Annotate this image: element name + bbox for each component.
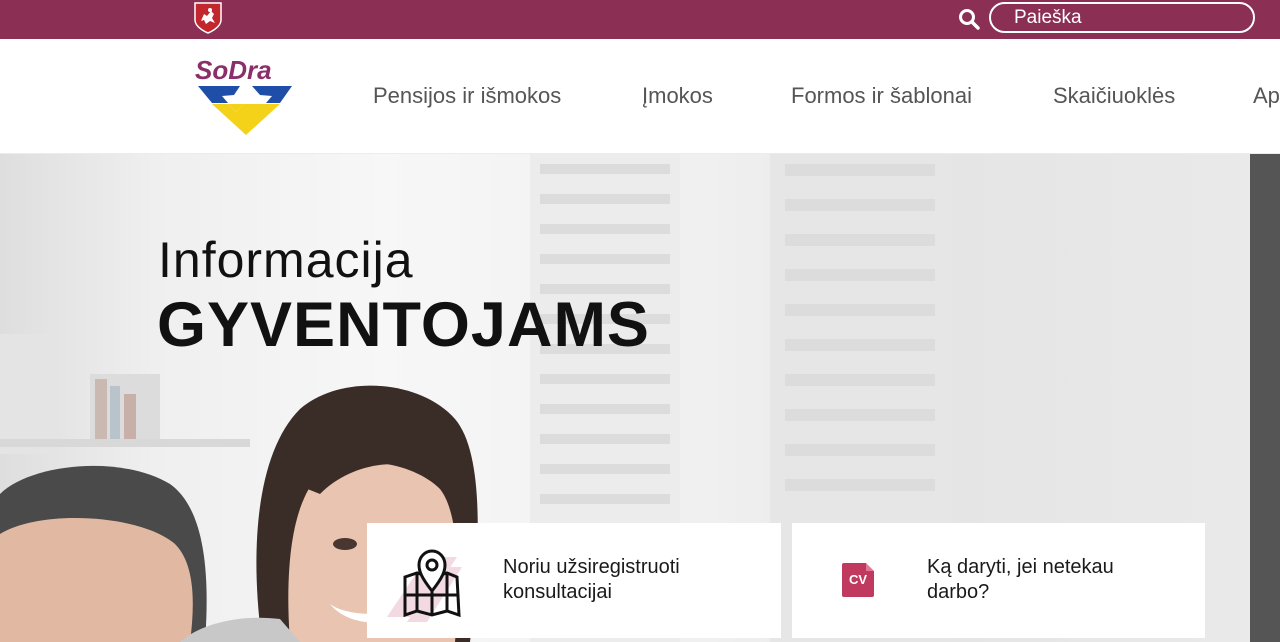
logo-text: SoDra (195, 58, 272, 85)
nav-item-forms[interactable]: Formos ir šablonai (791, 83, 972, 109)
nav-item-pensions[interactable]: Pensijos ir išmokos (373, 83, 561, 109)
map-pin-icon (387, 549, 462, 622)
coat-of-arms-icon[interactable] (193, 2, 223, 34)
hero-side-strip (1250, 154, 1280, 642)
job-loss-card[interactable]: CV Ką daryti, jei netekau darbo? (792, 523, 1205, 638)
nav-item-more[interactable]: Ap (1253, 83, 1280, 109)
cv-icon: CV (842, 563, 874, 597)
header: SoDra Pensijos ir išmokos Įmokos Formos … (0, 39, 1280, 154)
search-input[interactable] (989, 2, 1255, 33)
job-loss-card-text: Ką daryti, jei netekau darbo? (927, 556, 1114, 603)
sodra-logo[interactable]: SoDra (192, 58, 304, 136)
hero-title-light: Informacija (158, 232, 414, 288)
hero-title-bold: GYVENTOJAMS (157, 290, 650, 360)
consultation-card-text: Noriu užsiregistruoti konsultacijai (503, 556, 680, 603)
search-icon[interactable] (957, 7, 981, 31)
hero-banner: Informacija GYVENTOJAMS Noriu užsiregist… (0, 154, 1280, 642)
nav-item-contributions[interactable]: Įmokos (642, 83, 713, 109)
consultation-card[interactable]: Noriu užsiregistruoti konsultacijai (367, 523, 781, 638)
top-bar (0, 0, 1280, 39)
nav-item-calculators[interactable]: Skaičiuoklės (1053, 83, 1175, 109)
